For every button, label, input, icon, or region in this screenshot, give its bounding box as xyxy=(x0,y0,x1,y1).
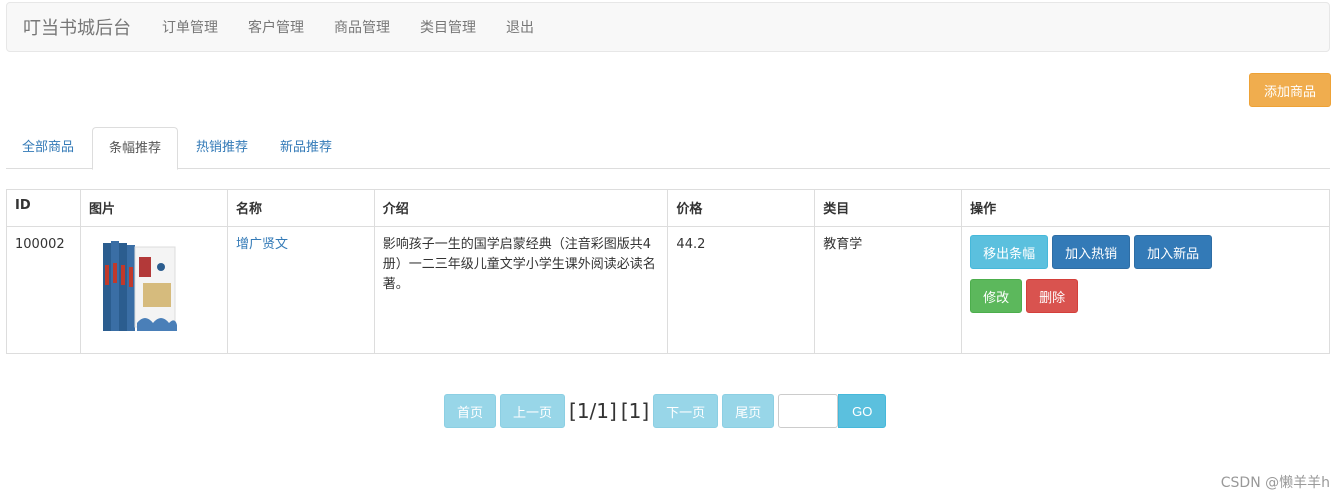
delete-button[interactable]: 删除 xyxy=(1026,279,1079,313)
page-number-input[interactable] xyxy=(778,394,839,428)
current-page: [1] xyxy=(620,399,650,423)
cell-intro: 影响孩子一生的国学启蒙经典（注音彩图版共4册）一二三年级儿童文学小学生课外阅读必… xyxy=(373,226,669,354)
ops-row-bottom: 修改 删除 xyxy=(970,279,1321,313)
brand-title[interactable]: 叮当书城后台 xyxy=(23,14,131,40)
header-id: ID xyxy=(6,189,81,227)
nav-item-categories[interactable]: 类目管理 xyxy=(405,17,491,37)
cell-category: 教育学 xyxy=(814,226,963,354)
header-ops: 操作 xyxy=(961,189,1330,227)
add-product-button[interactable]: 添加商品 xyxy=(1249,73,1331,107)
cell-ops: 移出条幅 加入热销 加入新品 修改 删除 xyxy=(961,226,1330,354)
nav-item-orders[interactable]: 订单管理 xyxy=(147,17,233,37)
cell-id: 100002 xyxy=(6,226,81,354)
go-button[interactable]: GO xyxy=(838,394,887,428)
nav-item-customers[interactable]: 客户管理 xyxy=(233,17,319,37)
next-page-button[interactable]: 下一页 xyxy=(653,394,719,428)
cell-name: 增广贤文 xyxy=(226,226,375,354)
cell-price: 44.2 xyxy=(667,226,816,354)
prev-page-button[interactable]: 上一页 xyxy=(500,394,566,428)
header-intro: 介绍 xyxy=(373,189,669,227)
watermark: CSDN @懒羊羊h xyxy=(1220,475,1330,491)
tab-banner-recommend[interactable]: 条幅推荐 xyxy=(92,127,179,170)
table-row: 100002 增广贤文 影响孩子一生的国学启蒙经典（注音彩图版共4册）一二三年级… xyxy=(6,226,1330,354)
header-image: 图片 xyxy=(79,189,228,227)
header-price: 价格 xyxy=(667,189,816,227)
product-table: ID 图片 名称 介绍 价格 类目 操作 100002 增广贤文 影响孩子一生的… xyxy=(6,189,1330,354)
remove-banner-button[interactable]: 移出条幅 xyxy=(970,235,1049,269)
table-header-row: ID 图片 名称 介绍 价格 类目 操作 xyxy=(6,189,1330,227)
product-tabs: 全部商品 条幅推荐 热销推荐 新品推荐 xyxy=(6,127,1330,170)
header-name: 名称 xyxy=(226,189,375,227)
pagination: 首页 上一页 [1/1] [1] 下一页 尾页 GO xyxy=(444,394,890,428)
tab-all-products[interactable]: 全部商品 xyxy=(6,127,90,169)
book-cover-image xyxy=(102,241,177,331)
top-navbar: 叮当书城后台 订单管理 客户管理 商品管理 类目管理 退出 xyxy=(6,2,1330,52)
add-hot-button[interactable]: 加入热销 xyxy=(1052,235,1131,269)
header-category: 类目 xyxy=(814,189,963,227)
last-page-button[interactable]: 尾页 xyxy=(722,394,775,428)
ops-row-top: 移出条幅 加入热销 加入新品 xyxy=(970,235,1321,269)
tab-hot-recommend[interactable]: 热销推荐 xyxy=(180,127,264,169)
add-new-button[interactable]: 加入新品 xyxy=(1134,235,1213,269)
cell-image xyxy=(79,226,228,354)
edit-button[interactable]: 修改 xyxy=(970,279,1023,313)
tab-new-recommend[interactable]: 新品推荐 xyxy=(264,127,348,169)
product-name-link[interactable]: 增广贤文 xyxy=(236,237,288,252)
first-page-button[interactable]: 首页 xyxy=(444,394,497,428)
page-info: [1/1] xyxy=(569,399,617,423)
nav-item-logout[interactable]: 退出 xyxy=(491,17,549,37)
nav-item-products[interactable]: 商品管理 xyxy=(319,17,405,37)
